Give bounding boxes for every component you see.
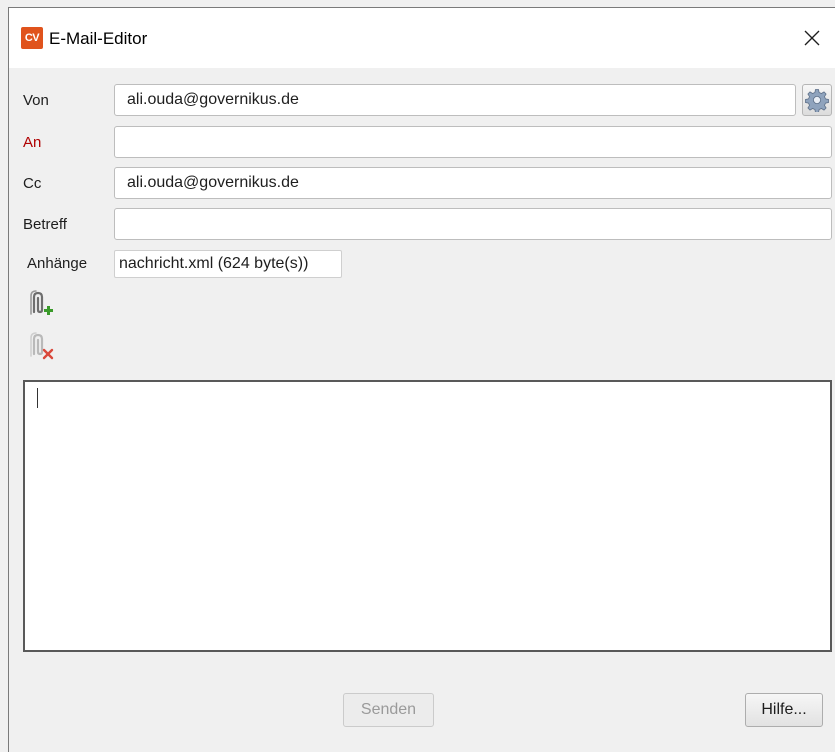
gear-icon <box>805 89 829 112</box>
paperclip-remove-icon <box>30 332 54 360</box>
send-button[interactable]: Senden <box>343 693 434 727</box>
email-editor-window: CV E-Mail-Editor Von An Cc Betreff Anhän… <box>8 7 835 752</box>
cc-label: Cc <box>23 175 42 192</box>
sender-settings-button[interactable] <box>802 84 832 116</box>
attachment-item[interactable]: nachricht.xml (624 byte(s)) <box>119 255 308 272</box>
close-button[interactable] <box>789 8 835 68</box>
to-label: An <box>23 134 42 151</box>
window-title: E-Mail-Editor <box>49 29 148 48</box>
add-attachment-button[interactable] <box>23 288 57 322</box>
paperclip-add-icon <box>30 290 53 315</box>
attachments-list[interactable]: nachricht.xml (624 byte(s)) <box>114 250 342 278</box>
close-icon <box>804 30 820 46</box>
app-logo-icon: CV <box>21 27 43 49</box>
subject-label: Betreff <box>23 216 67 233</box>
title-bar: CV E-Mail-Editor <box>9 8 835 68</box>
to-field[interactable] <box>114 126 832 158</box>
remove-attachment-button[interactable] <box>23 330 57 364</box>
attachments-label: Anhänge <box>27 255 88 272</box>
from-field[interactable] <box>114 84 796 116</box>
text-caret <box>37 388 38 408</box>
cc-field[interactable] <box>114 167 832 199</box>
from-label: Von <box>23 92 49 109</box>
subject-field[interactable] <box>114 208 832 240</box>
help-button[interactable]: Hilfe... <box>745 693 823 727</box>
message-body-editor[interactable] <box>23 380 832 652</box>
